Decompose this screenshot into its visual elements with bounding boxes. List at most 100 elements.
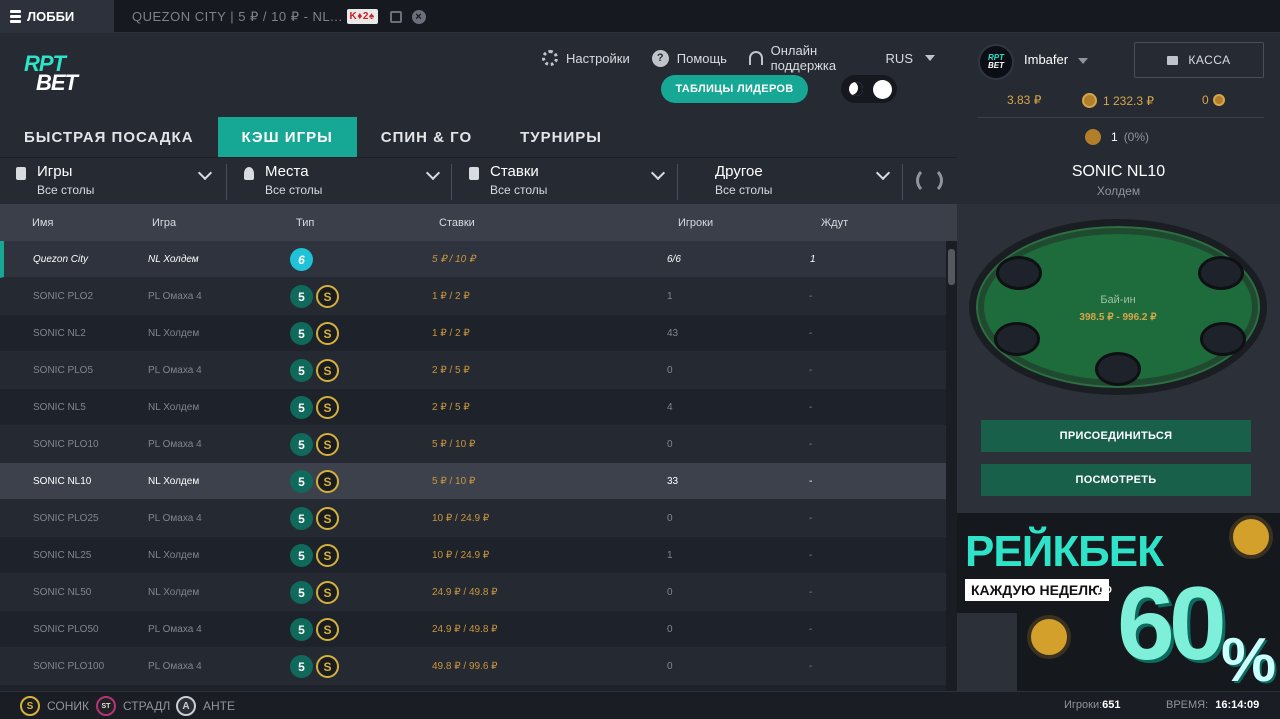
status-bar: S СОНИК ST СТРАДЛ A АНТЕ Игроки:651 ВРЕМ… — [0, 691, 1280, 719]
preview-subtitle: Холдем — [1096, 184, 1141, 198]
game-category-tabs: БЫСТРАЯ ПОСАДКА КЭШ ИГРЫ СПИН & ГО ТУРНИРЫ — [0, 117, 957, 157]
table-row[interactable]: SONIC PLO2 PL Омаха 4 5S 1 ₽ / 2 ₽ 1 - — [0, 278, 946, 315]
cell-players: 33 — [667, 476, 679, 487]
table-filters: Игры Все столы Места Все столы Ставки Вс… — [0, 157, 957, 204]
seat — [994, 322, 1040, 356]
avatar[interactable]: RPT BET — [978, 44, 1014, 80]
cell-stakes: 5 ₽ / 10 ₽ — [432, 476, 476, 487]
filter-seats[interactable]: Места Все столы — [228, 158, 448, 205]
legend-ante: A АНТЕ — [176, 696, 235, 716]
tab-category[interactable]: КЭШ ИГРЫ — [217, 117, 357, 157]
username-menu[interactable]: Imbafer — [1024, 52, 1088, 67]
filter-other[interactable]: Другое Все столы — [678, 158, 898, 205]
filter-stakes[interactable]: Ставки Все столы — [453, 158, 673, 205]
help-label: Помощь — [676, 50, 727, 66]
max-seats-badge: 5 — [290, 581, 313, 604]
cell-name: SONIC PLO2 — [33, 291, 94, 302]
col-name[interactable]: Имя — [32, 217, 53, 229]
cell-players: 0 — [667, 587, 673, 598]
user-icon — [244, 167, 254, 180]
language-select[interactable]: RUS — [886, 51, 935, 66]
table-row[interactable]: SONIC PLO5 PL Омаха 4 5S 2 ₽ / 5 ₽ 0 - — [0, 352, 946, 389]
cell-players: 43 — [667, 328, 679, 339]
crown-icon — [1085, 129, 1101, 145]
cell-stakes: 5 ₽ / 10 ₽ — [432, 439, 476, 450]
cell-waiting: - — [809, 328, 813, 339]
sonic-badge-icon: S — [316, 581, 339, 604]
settings-label: Настройки — [566, 50, 630, 66]
cell-name: SONIC PLO5 — [33, 365, 94, 376]
detach-window-icon[interactable] — [389, 10, 402, 23]
logo-line-2: BET — [36, 70, 78, 95]
legend-sonic: S СОНИК — [20, 696, 89, 716]
join-button[interactable]: ПРИСОЕДИНИТЬСЯ — [981, 420, 1251, 452]
refresh-icon[interactable] — [916, 167, 943, 194]
tab-category[interactable]: БЫСТРАЯ ПОСАДКА — [0, 117, 218, 157]
max-seats-badge: 5 — [290, 618, 313, 641]
support-link[interactable]: Онлайн поддержка — [748, 43, 864, 73]
settings-link[interactable]: Настройки — [542, 50, 630, 66]
filter-games[interactable]: Игры Все столы — [0, 158, 220, 205]
table-row[interactable]: SONIC NL10 NL Холдем 5 S 5 ₽ / 10 ₽ 33 - — [0, 463, 946, 500]
max-seats-badge: 5 — [290, 322, 313, 345]
filter-value: Все столы — [37, 183, 95, 197]
cell-stakes: 2 ₽ / 5 ₽ — [432, 402, 470, 413]
theme-toggle[interactable] — [841, 75, 897, 103]
cell-stakes: 10 ₽ / 24.9 ₽ — [432, 550, 490, 561]
table-row[interactable]: SONIC NL5 NL Холдем 5 S 2 ₽ / 5 ₽ 4 - — [0, 389, 946, 426]
cell-name: SONIC NL10 — [33, 476, 92, 487]
sonic-badge-icon: S — [316, 359, 339, 382]
col-type[interactable]: Тип — [296, 217, 314, 229]
table-row[interactable]: SONIC PLO100 PL Омаха 4 5 S 49.8 ₽ / 99.6 ₽ 0… — [0, 648, 946, 685]
col-game[interactable]: Игра — [152, 217, 176, 229]
cell-game: PL Омаха 4 — [148, 624, 202, 635]
table-scrollbar[interactable] — [946, 241, 957, 691]
close-tab-icon[interactable]: × — [411, 9, 426, 24]
coins-icon — [1082, 93, 1097, 108]
cell-players: 0 — [667, 661, 673, 672]
rakeback-promo-banner[interactable]: РЕЙКБЕК КАЖДУЮ НЕДЕЛЮ ДО 60 % — [957, 513, 1280, 691]
sonic-badge-icon: S — [316, 470, 339, 493]
table-row[interactable]: SONIC NL2 NL Холдем 5 S 1 ₽ / 2 ₽ 43 - — [0, 315, 946, 352]
sonic-badge-icon: S — [316, 655, 339, 678]
table-row[interactable]: SONIC PLO50 PL Омаха 4 5 S 24.9 ₽ / 49.8 ₽ 0 - — [0, 611, 946, 648]
real-balance: 3.83 ₽ — [1007, 93, 1042, 107]
cell-players: 6/6 — [667, 254, 681, 265]
table-row[interactable]: SONIC NL25 NL Холдем 5 S 10 ₽ / 24.9 ₽ 1 - — [0, 537, 946, 574]
col-stakes[interactable]: Ставки — [439, 217, 475, 229]
cell-name: SONIC NL2 — [33, 328, 86, 339]
table-row[interactable]: SONIC PLO25 PL Омаха 4 5 S 10 ₽ / 24.9 ₽ 0 - — [0, 500, 946, 537]
preview-header: SONIC NL10 Холдем — [957, 157, 1280, 204]
table-row[interactable]: Quezon City NL Холдем 6 5 ₽ / 10 ₽ 6/6 1 — [0, 241, 946, 278]
loyalty-rank[interactable]: 1 (0%) — [1085, 129, 1149, 145]
max-seats-badge: 5 — [290, 359, 313, 382]
tab-category[interactable]: СПИН & ГО — [357, 117, 496, 157]
filter-value: Все столы — [715, 183, 773, 197]
col-waiting[interactable]: Ждут — [821, 217, 848, 229]
tab-lobby[interactable]: ЛОББИ — [0, 0, 114, 33]
toggle-knob — [873, 80, 892, 99]
cell-stakes: 24.9 ₽ / 49.8 ₽ — [432, 587, 498, 598]
tab-open-table[interactable]: QUEZON CITY | 5 ₽ / 10 ₽ - NL... K♦2♠ × — [114, 0, 454, 33]
cell-waiting: - — [809, 365, 813, 376]
help-link[interactable]: ? Помощь — [651, 49, 727, 67]
rptbet-logo[interactable]: RPT BET — [24, 51, 128, 95]
straddle-badge-icon: ST — [96, 696, 116, 716]
cell-stakes: 10 ₽ / 24.9 ₽ — [432, 513, 490, 524]
scrollbar-thumb[interactable] — [948, 249, 955, 285]
chevron-down-icon — [875, 165, 891, 181]
col-players[interactable]: Игроки — [678, 217, 713, 229]
cashier-button[interactable]: КАССА — [1134, 42, 1264, 78]
chevron-down-icon — [925, 55, 935, 61]
cell-game: PL Омаха 4 — [148, 513, 202, 524]
sonic-badge-icon: S — [316, 322, 339, 345]
table-row[interactable]: SONIC PLO10 PL Омаха 4 5S 5 ₽ / 10 ₽ 0 - — [0, 426, 946, 463]
leaderboards-button[interactable]: ТАБЛИЦЫ ЛИДЕРОВ — [661, 75, 808, 103]
cell-stakes: 5 ₽ / 10 ₽ — [432, 254, 476, 265]
watch-button[interactable]: ПОСМОТРЕТЬ — [981, 464, 1251, 496]
buyin-value: 398.5 ₽ - 996.2 ₽ — [1079, 312, 1157, 323]
table-row[interactable]: SONIC NL50 NL Холдем 5 S 24.9 ₽ / 49.8 ₽ 0 - — [0, 574, 946, 611]
filter-value: Все столы — [265, 183, 323, 197]
tab-category[interactable]: ТУРНИРЫ — [496, 117, 626, 157]
cell-game: PL Омаха 4 — [148, 439, 202, 450]
